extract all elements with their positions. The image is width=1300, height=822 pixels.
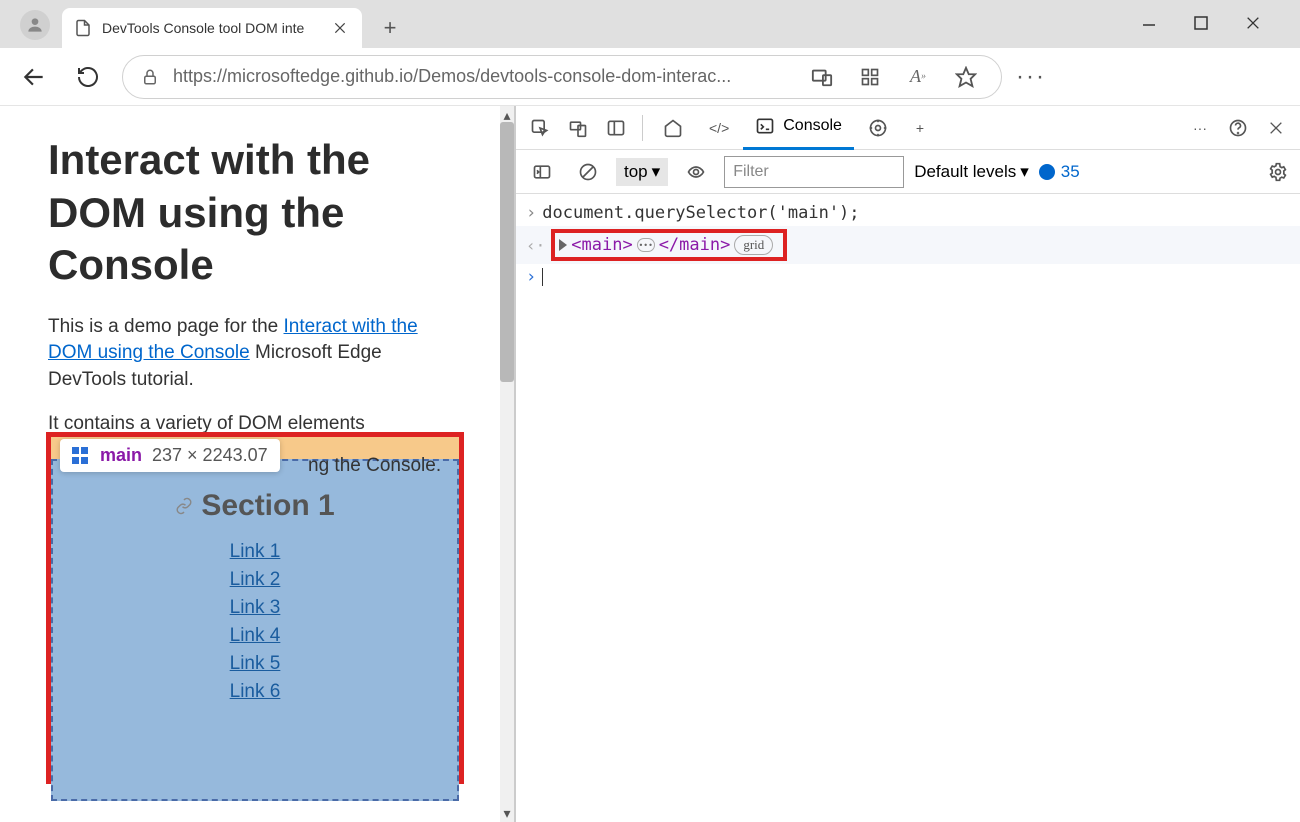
dock-side-icon[interactable] (598, 110, 634, 146)
tab-welcome[interactable] (651, 106, 695, 150)
tab-close-icon[interactable] (330, 18, 350, 38)
grid-badge[interactable]: grid (734, 235, 773, 255)
tab-title: DevTools Console tool DOM inte (102, 20, 320, 36)
maximize-icon[interactable] (1186, 8, 1216, 38)
inspector-highlight: Section 1 Link 1 Link 2 Link 3 Link 4 Li… (46, 432, 464, 784)
live-expression-icon[interactable] (678, 154, 714, 190)
console-cursor[interactable] (542, 268, 543, 286)
ellipsis-icon[interactable]: ••• (637, 238, 655, 252)
tab-console[interactable]: Console (743, 106, 854, 150)
inspect-element-icon[interactable] (522, 110, 558, 146)
scroll-down-icon[interactable]: ▾ (500, 806, 514, 820)
tab-sources[interactable] (856, 106, 900, 150)
list-link[interactable]: Link 4 (230, 625, 281, 647)
list-link[interactable]: Link 1 (230, 541, 281, 563)
back-button[interactable] (14, 57, 54, 97)
scrollbar-thumb[interactable] (500, 122, 514, 382)
inspector-tooltip: main 237 × 2243.07 (60, 439, 280, 472)
new-tab-button[interactable]: + (380, 18, 400, 38)
output-marker: ‹· (526, 236, 545, 255)
browser-menu-icon[interactable]: ··· (1016, 63, 1046, 91)
favorite-icon[interactable] (949, 60, 983, 94)
link-icon (175, 497, 193, 515)
context-selector[interactable]: top ▾ (616, 158, 668, 186)
list-link[interactable]: Link 2 (230, 569, 281, 591)
console-input-line: document.querySelector('main'); (542, 203, 859, 223)
tab-elements[interactable]: </> (697, 106, 741, 150)
help-icon[interactable] (1220, 110, 1256, 146)
close-window-icon[interactable] (1238, 8, 1268, 38)
lock-icon (141, 68, 159, 86)
section-title: Section 1 (201, 489, 334, 523)
intro-paragraph: This is a demo page for the Interact wit… (48, 314, 452, 394)
address-bar[interactable]: https://microsoftedge.github.io/Demos/de… (122, 55, 1002, 99)
console-settings-icon[interactable] (1264, 158, 1292, 186)
url-text: https://microsoftedge.github.io/Demos/de… (173, 66, 731, 87)
list-link[interactable]: Link 6 (230, 681, 281, 703)
link-list: Link 1 Link 2 Link 3 Link 4 Link 5 Link … (230, 541, 281, 703)
device-view-icon[interactable] (805, 60, 839, 94)
profile-icon[interactable] (20, 10, 50, 40)
expand-icon[interactable] (559, 239, 567, 251)
prompt-icon: › (526, 267, 536, 287)
page-heading: Interact with the DOM using the Console (48, 134, 452, 292)
devtools-menu-icon[interactable]: ··· (1182, 110, 1218, 146)
device-toolbar-icon[interactable] (560, 110, 596, 146)
read-aloud-icon[interactable]: A» (901, 60, 935, 94)
devtools-close-icon[interactable] (1258, 110, 1294, 146)
grid-icon (72, 447, 90, 465)
clear-console-icon[interactable] (570, 154, 606, 190)
list-link[interactable]: Link 5 (230, 653, 281, 675)
refresh-button[interactable] (68, 57, 108, 97)
console-output-highlight: <main> ••• </main> grid (551, 229, 787, 261)
minimize-icon[interactable] (1134, 8, 1164, 38)
filter-input[interactable]: Filter (724, 156, 904, 188)
issues-counter[interactable]: 35 (1039, 162, 1080, 182)
browser-tab[interactable]: DevTools Console tool DOM inte (62, 8, 362, 48)
input-marker: › (526, 203, 536, 223)
log-levels[interactable]: Default levels ▾ (914, 162, 1029, 182)
sidebar-toggle-icon[interactable] (524, 154, 560, 190)
apps-icon[interactable] (853, 60, 887, 94)
list-link[interactable]: Link 3 (230, 597, 281, 619)
more-tabs-icon[interactable]: + (902, 110, 938, 146)
scroll-up-icon[interactable]: ▴ (500, 108, 514, 122)
